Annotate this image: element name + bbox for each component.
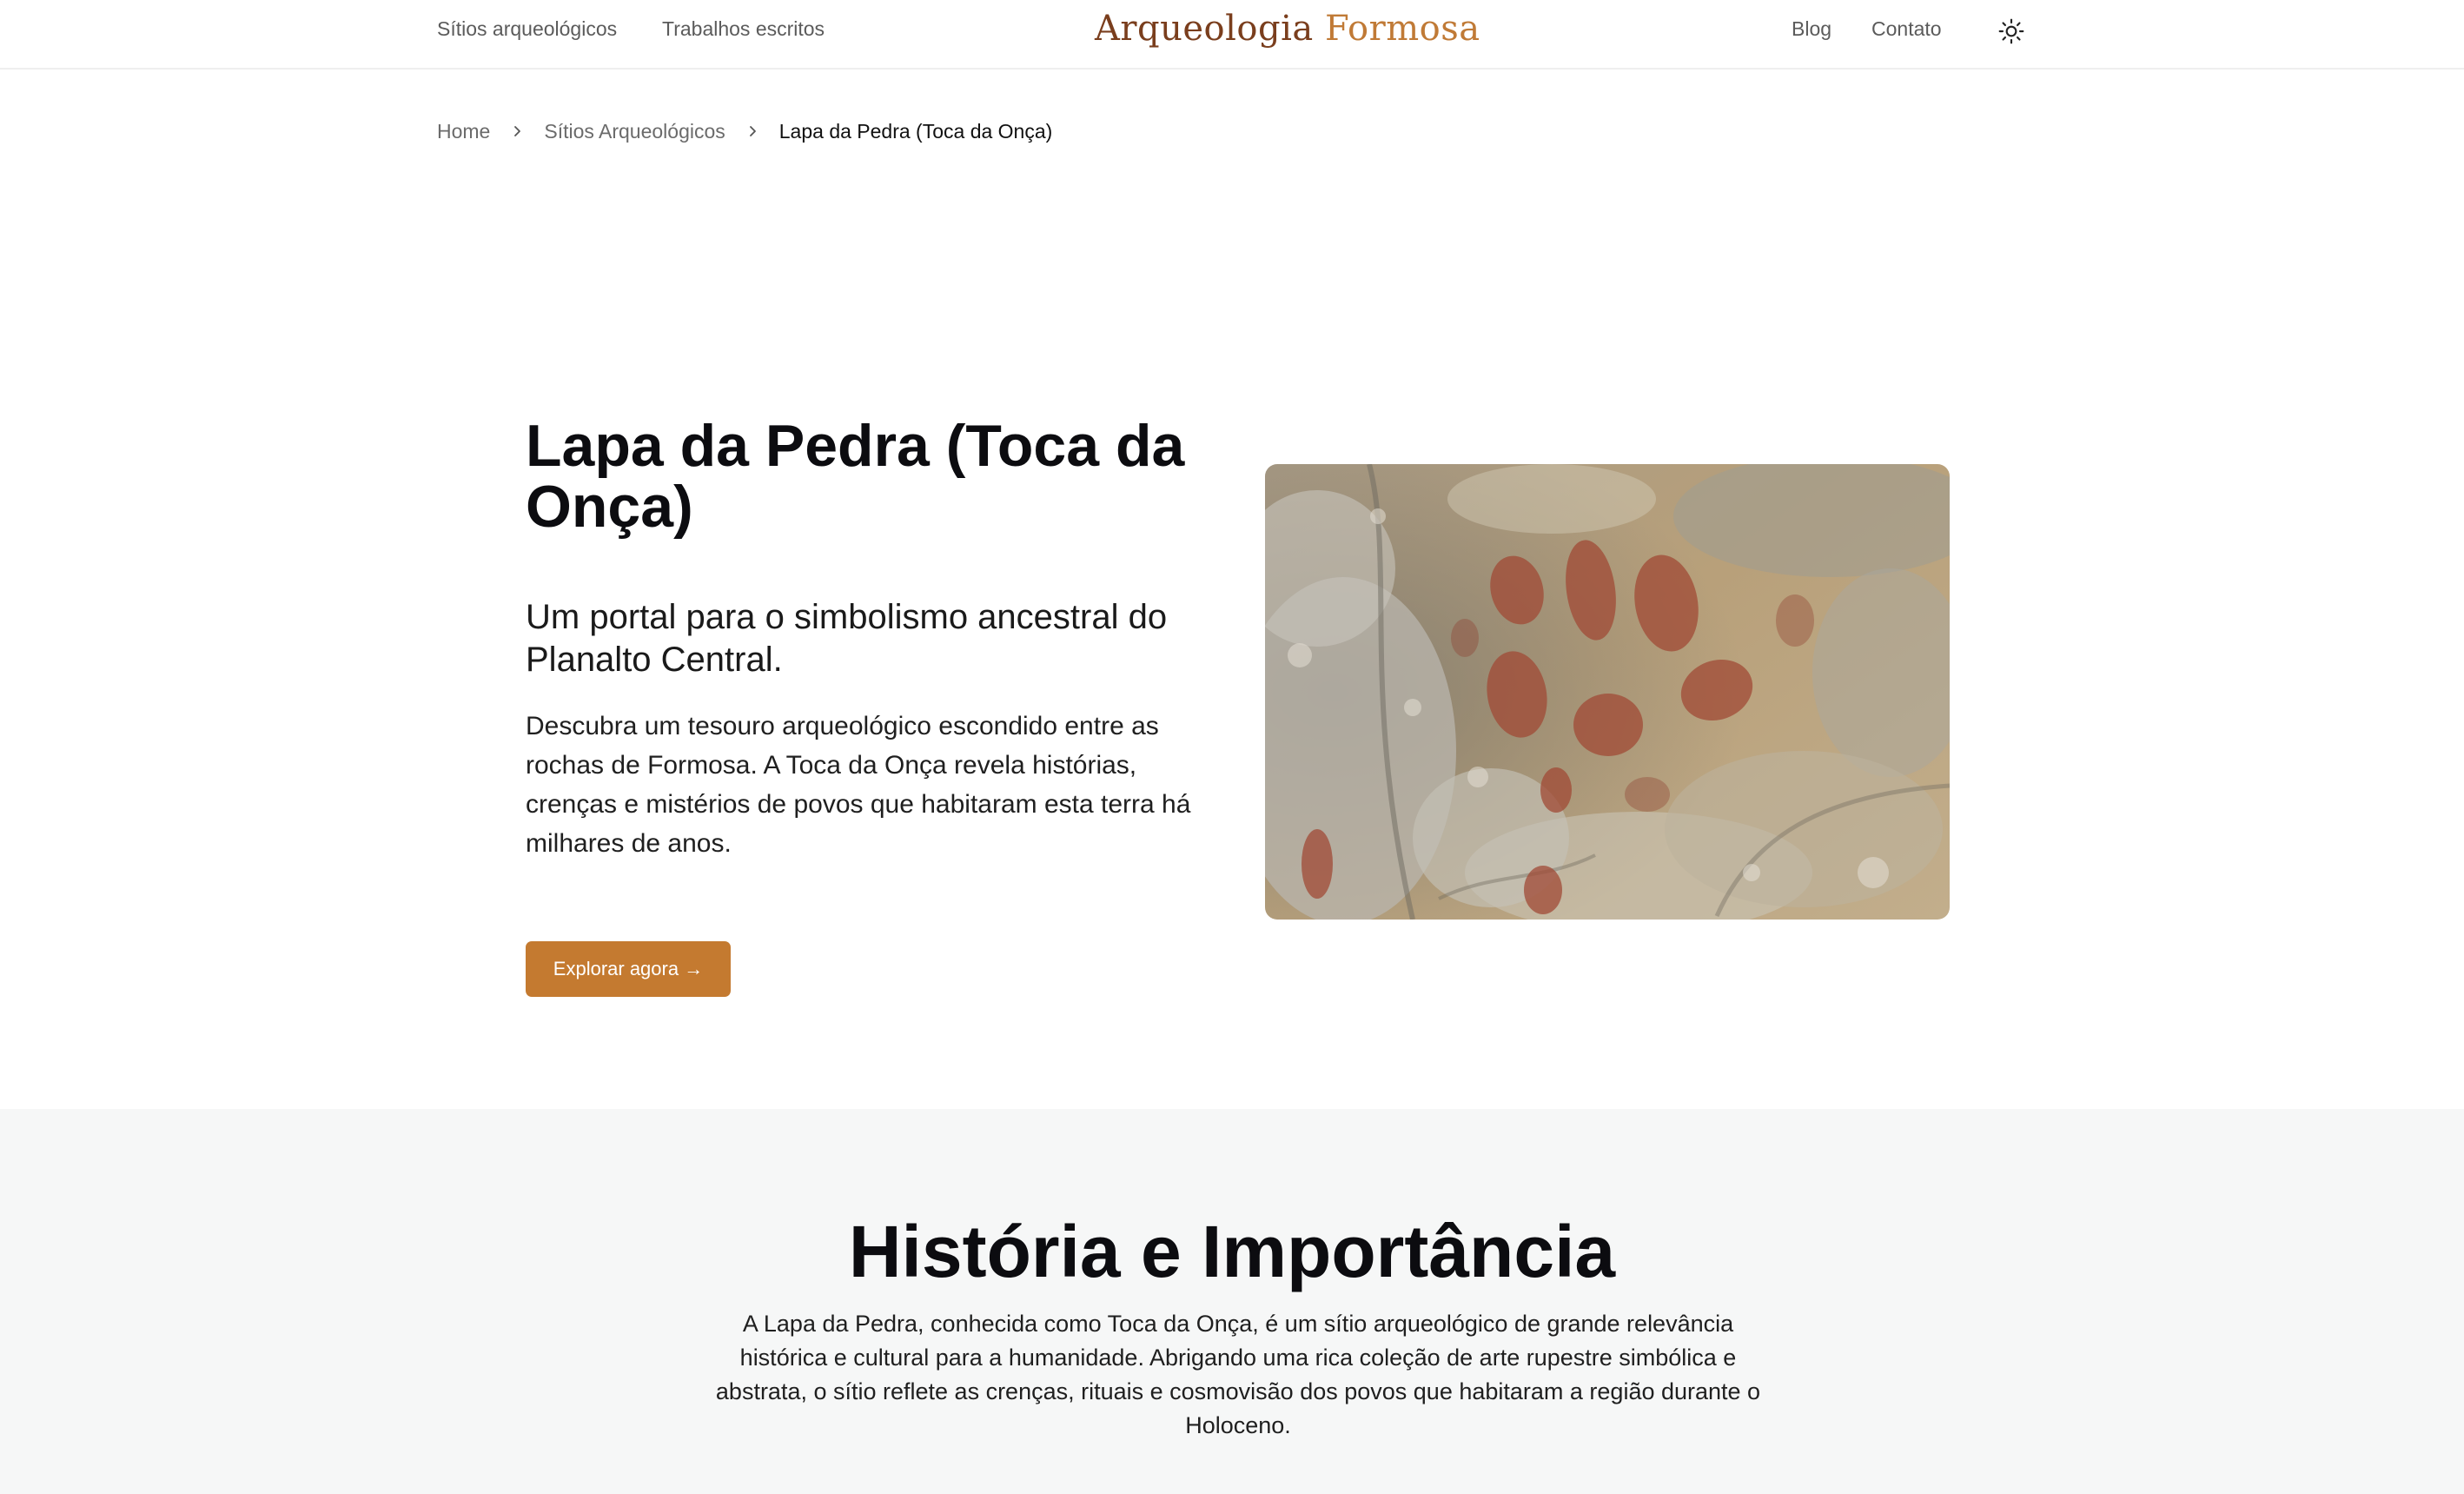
logo-part-2: Formosa (1324, 9, 1480, 49)
history-section: História e Importância A Lapa da Pedra, … (0, 1109, 2464, 1494)
history-heading: História e Importância (848, 1211, 1616, 1292)
breadcrumb-home[interactable]: Home (437, 120, 490, 143)
nav-link-sitios[interactable]: Sítios arqueológicos (437, 17, 617, 41)
chevron-right-icon (725, 124, 779, 138)
site-logo[interactable]: Arqueologia Formosa (1095, 9, 1480, 49)
explore-button[interactable]: Explorar agora → (526, 941, 731, 997)
breadcrumb-current: Lapa da Pedra (Toca da Onça) (778, 119, 1053, 143)
logo-part-1: Arqueologia (1095, 9, 1314, 49)
breadcrumb: Home Sítios Arqueológicos Lapa da Pedra … (437, 116, 1052, 146)
nav-link-contato[interactable]: Contato (1871, 17, 1942, 41)
hero-description: Descubra um tesouro arqueológico escondi… (526, 712, 1191, 858)
theme-toggle-button[interactable] (1994, 14, 2029, 49)
page-title: Lapa da Pedra (Toca da Onça) (526, 413, 1185, 540)
rock-art-image (1265, 464, 1950, 920)
chevron-right-icon (490, 124, 544, 138)
nav-link-trabalhos[interactable]: Trabalhos escritos (662, 17, 825, 41)
hero-subtitle: Um portal para o simbolismo ancestral do… (526, 598, 1168, 679)
site-header: Sítios arqueológicos Trabalhos escritos … (0, 0, 2464, 70)
breadcrumb-sitios[interactable]: Sítios Arqueológicos (544, 120, 725, 143)
nav-link-blog[interactable]: Blog (1792, 17, 1831, 41)
history-text: A Lapa da Pedra, conhecida como Toca da … (715, 1311, 1761, 1438)
sun-icon (1998, 18, 2024, 44)
